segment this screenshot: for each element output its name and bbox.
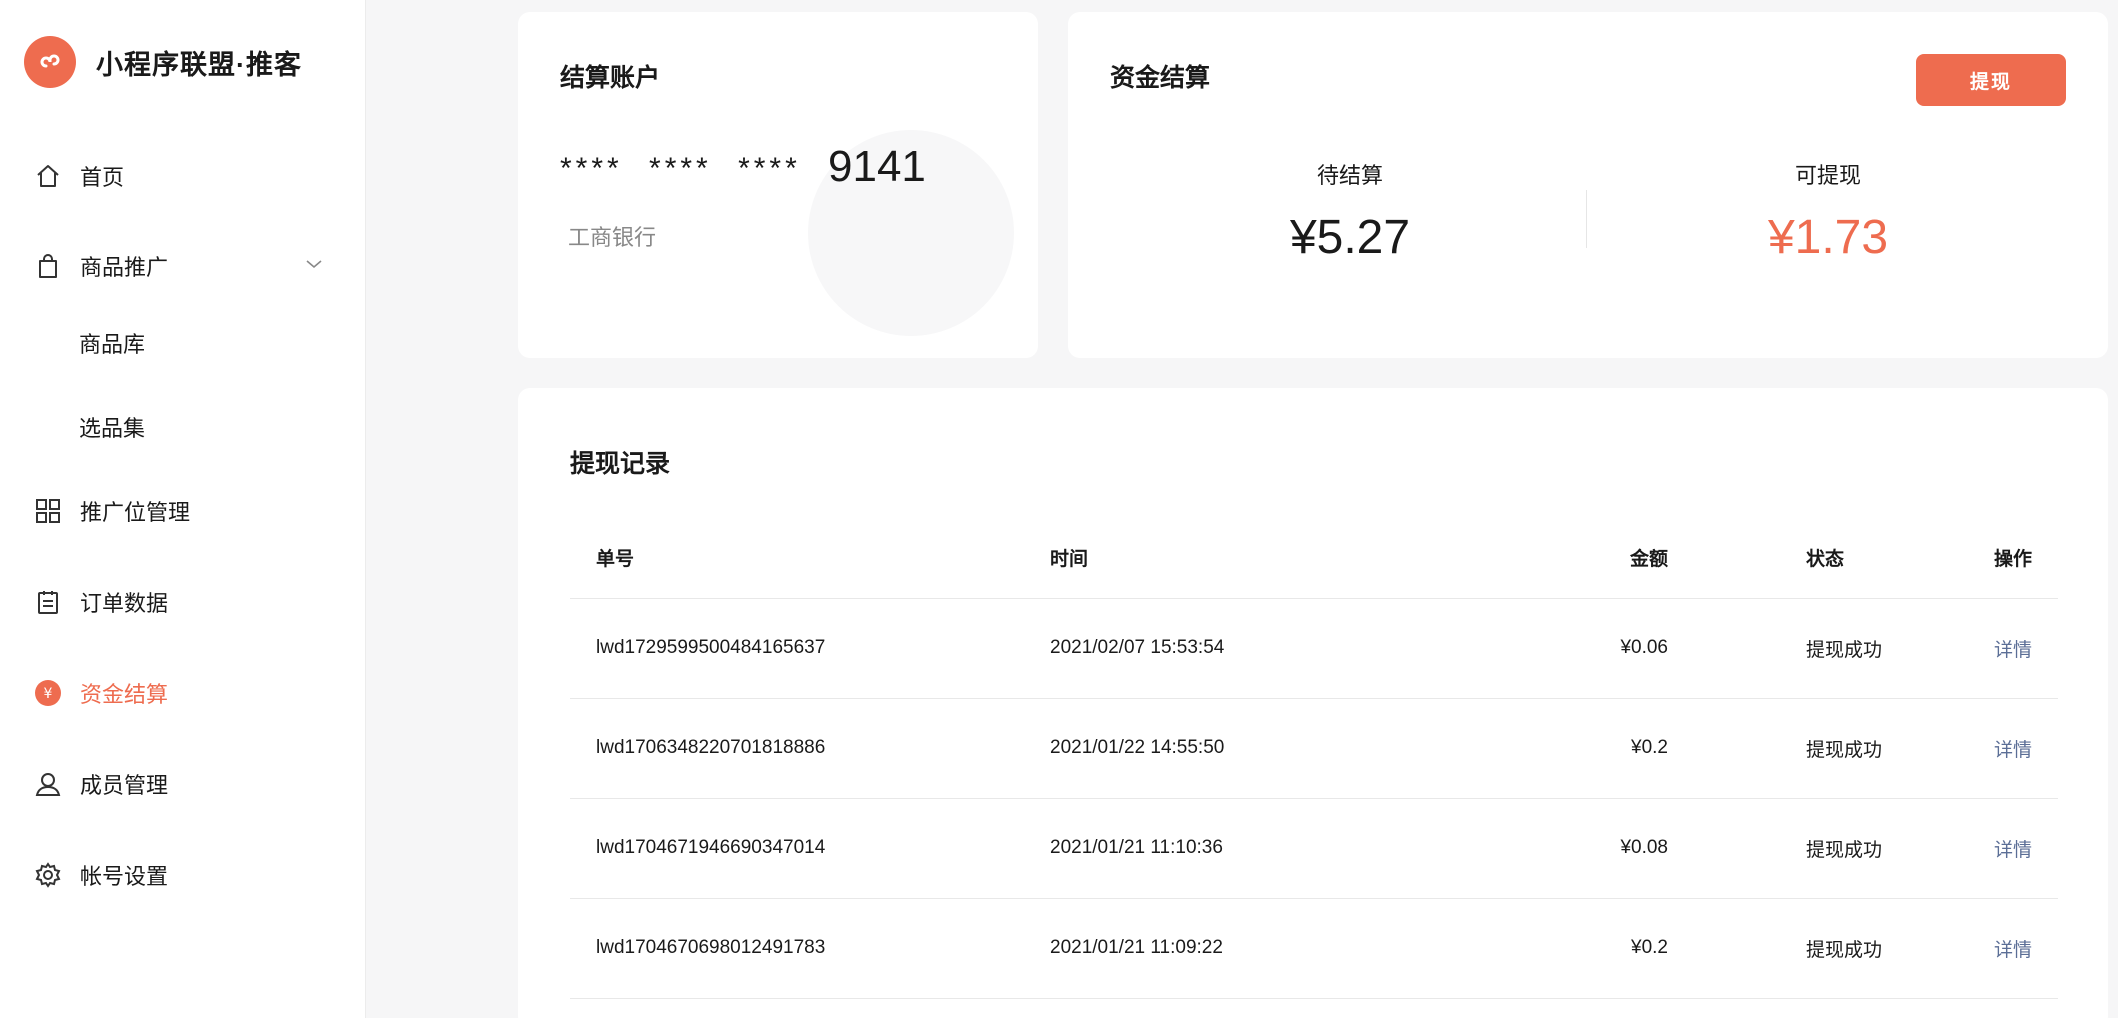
grid-icon [34, 497, 62, 525]
pending-settlement: 待结算 ¥5.27 [1200, 158, 1500, 265]
available-withdraw: 可提现 ¥1.73 [1678, 158, 1978, 265]
table-header-row: 单号 时间 金额 状态 操作 [570, 518, 2058, 599]
status: 提现成功 [1668, 898, 1898, 999]
time: 2021/02/07 15:53:54 [1050, 598, 1450, 699]
mini-program-logo-icon [24, 36, 76, 88]
action-cell: 详情 [1898, 898, 2058, 999]
withdraw-button[interactable]: 提现 [1916, 54, 2066, 106]
withdraw-records-card: 提现记录 单号 时间 金额 状态 操作 lwd17295995004841656… [518, 388, 2108, 1018]
sidebar-item-member-management[interactable]: 成员管理 [34, 759, 334, 809]
sidebar-item-label: 订单数据 [80, 591, 169, 616]
sidebar: 小程序联盟·推客 首页 商品推广 商品库 选品集 推广位管理 订单数据 ¥ 资金… [0, 0, 366, 1018]
column-header: 时间 [1050, 518, 1450, 599]
amount: ¥0.2 [1450, 898, 1668, 999]
sidebar-item-label: 帐号设置 [80, 864, 169, 889]
divider [1586, 190, 1587, 248]
sidebar-subitem-label: 商品库 [79, 332, 146, 357]
sidebar-item-label: 推广位管理 [80, 500, 191, 525]
gear-icon [34, 861, 62, 889]
time: 2021/01/21 11:10:36 [1050, 798, 1450, 899]
pending-label: 待结算 [1316, 163, 1383, 188]
status: 提现成功 [1668, 598, 1898, 699]
table-row: lwd1704671946690347014 2021/01/21 11:10:… [570, 798, 2058, 899]
records-table: 单号 时间 金额 状态 操作 lwd1729599500484165637 20… [570, 518, 2058, 999]
card-last-digits: 9141 [828, 142, 926, 191]
brand[interactable]: 小程序联盟·推客 [24, 35, 302, 89]
card-title: 结算账户 [560, 64, 661, 92]
amount: ¥0.2 [1450, 698, 1668, 799]
sidebar-item-account-settings[interactable]: 帐号设置 [34, 850, 334, 900]
settlement-account-card: 结算账户 **** **** **** 9141 工商银行 [518, 12, 1038, 358]
action-cell: 详情 [1898, 798, 2058, 899]
order-id: lwd1704670698012491783 [570, 898, 1050, 999]
action-cell: 详情 [1898, 598, 2058, 699]
table-row: lwd1704670698012491783 2021/01/21 11:09:… [570, 898, 2058, 999]
action-cell: 详情 [1898, 698, 2058, 799]
yen-icon: ¥ [34, 679, 62, 707]
sidebar-item-label: 成员管理 [80, 773, 169, 798]
sidebar-subitem-label: 选品集 [79, 416, 146, 441]
sidebar-item-home[interactable]: 首页 [34, 151, 334, 201]
details-link[interactable]: 详情 [1994, 940, 2032, 961]
sidebar-item-product-promotion[interactable]: 商品推广 [34, 241, 334, 291]
amount: ¥0.08 [1450, 798, 1668, 899]
sidebar-item-label: 资金结算 [80, 682, 169, 707]
sidebar-item-ad-slot-management[interactable]: 推广位管理 [34, 486, 334, 536]
column-header: 状态 [1668, 518, 1898, 599]
order-id: lwd1704671946690347014 [570, 798, 1050, 899]
details-link[interactable]: 详情 [1994, 640, 2032, 661]
sidebar-item-order-data[interactable]: 订单数据 [34, 577, 334, 627]
details-link[interactable]: 详情 [1994, 840, 2032, 861]
shopping-bag-icon [34, 252, 62, 280]
pending-value: ¥5.27 [1289, 211, 1411, 264]
clipboard-icon [34, 588, 62, 616]
order-id: lwd1706348220701818886 [570, 698, 1050, 799]
available-value: ¥1.73 [1767, 211, 1889, 264]
order-id: lwd1729599500484165637 [570, 598, 1050, 699]
time: 2021/01/22 14:55:50 [1050, 698, 1450, 799]
column-header: 单号 [570, 518, 1050, 599]
svg-text:¥: ¥ [44, 686, 53, 702]
card-title: 资金结算 [1110, 64, 1211, 92]
card-title: 提现记录 [570, 450, 671, 478]
sidebar-item-label: 首页 [80, 165, 125, 190]
table-row: lwd1706348220701818886 2021/01/22 14:55:… [570, 698, 2058, 799]
available-label: 可提现 [1794, 163, 1861, 188]
home-icon [34, 162, 62, 190]
sidebar-subitem-selection[interactable]: 选品集 [79, 405, 145, 449]
brand-name: 小程序联盟·推客 [96, 49, 302, 80]
details-link[interactable]: 详情 [1994, 740, 2032, 761]
status: 提现成功 [1668, 698, 1898, 799]
sidebar-item-fund-settlement[interactable]: ¥ 资金结算 [34, 668, 334, 718]
column-header: 操作 [1898, 518, 2058, 599]
time: 2021/01/21 11:09:22 [1050, 898, 1450, 999]
column-header: 金额 [1450, 518, 1668, 599]
fund-settlement-card: 资金结算 提现 待结算 ¥5.27 可提现 ¥1.73 [1068, 12, 2108, 358]
chevron-down-icon[interactable] [304, 254, 324, 280]
sidebar-subitem-product-library[interactable]: 商品库 [79, 321, 145, 365]
masked-card-number: **** **** **** [560, 152, 801, 185]
user-icon [34, 770, 62, 798]
table-row: lwd1729599500484165637 2021/02/07 15:53:… [570, 598, 2058, 699]
bank-name: 工商银行 [568, 225, 657, 250]
sidebar-item-label: 商品推广 [80, 255, 169, 280]
status: 提现成功 [1668, 798, 1898, 899]
amount: ¥0.06 [1450, 598, 1668, 699]
